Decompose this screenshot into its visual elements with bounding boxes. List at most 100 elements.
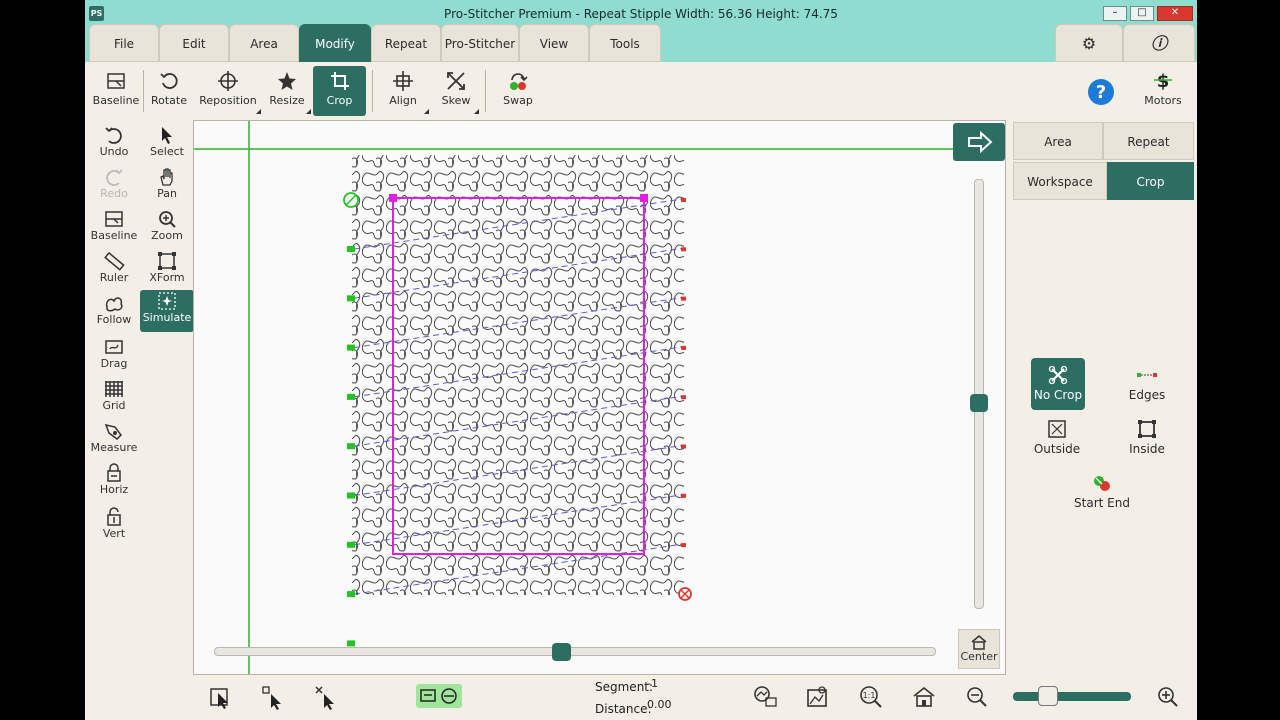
row-end-marker — [681, 395, 686, 400]
reposition-tool[interactable]: Reposition — [197, 66, 261, 116]
crop-handle-top-left — [389, 194, 397, 202]
right-tab-crop[interactable]: Crop — [1107, 162, 1194, 200]
quilt-workspace[interactable]: Center — [193, 120, 1006, 675]
measure-button[interactable]: Measure — [87, 420, 141, 460]
tab-area[interactable]: Area — [229, 24, 299, 62]
start-end-label: Start End — [1074, 496, 1130, 510]
ruler-button[interactable]: Ruler — [87, 250, 141, 290]
zoom-slider[interactable] — [1013, 692, 1131, 701]
start-end-button[interactable]: Start End — [1069, 466, 1135, 518]
vertical-slider-thumb[interactable] — [970, 393, 988, 412]
xform-icon — [158, 252, 176, 270]
zoom-design-icon[interactable] — [752, 684, 778, 710]
lock-icon — [107, 507, 121, 526]
edges-button[interactable]: Edges — [1120, 358, 1174, 410]
crop-handle-top-right — [640, 194, 648, 202]
workspace-canvas[interactable] — [194, 121, 1006, 675]
sidebar-baseline-button[interactable]: Baseline — [87, 208, 141, 248]
motors-button[interactable]: $ Motors — [1137, 66, 1189, 116]
tab-view[interactable]: View — [519, 24, 589, 62]
inside-button[interactable]: Inside — [1120, 412, 1174, 464]
home-icon[interactable] — [911, 684, 937, 710]
undo-button[interactable]: Undo — [87, 124, 141, 164]
measure-label: Measure — [90, 441, 138, 454]
maximize-button[interactable]: □ — [1130, 6, 1154, 21]
simulate-button[interactable]: Simulate — [140, 290, 194, 332]
rotate-icon — [160, 73, 178, 89]
deselect-icon[interactable] — [314, 684, 340, 710]
row-start-marker — [347, 443, 355, 450]
zoom-actual-icon[interactable]: 1:1 — [858, 684, 884, 710]
row-start-marker — [347, 591, 355, 598]
info-button[interactable]: ⓘ — [1123, 24, 1195, 62]
inside-icon — [1138, 420, 1156, 438]
zoom-button[interactable]: Zoom — [140, 208, 194, 248]
redo-label: Redo — [100, 187, 128, 200]
row-start-marker — [347, 541, 355, 548]
follow-button[interactable]: Follow — [87, 292, 141, 332]
vert-label: Vert — [102, 527, 126, 540]
xform-button[interactable]: XForm — [140, 250, 194, 290]
outside-button[interactable]: Outside — [1030, 412, 1084, 464]
align-tool[interactable]: Align — [379, 66, 429, 116]
tab-tools[interactable]: Tools — [589, 24, 661, 62]
swap-icon — [510, 73, 528, 90]
tab-edit[interactable]: Edit — [159, 24, 229, 62]
arrow-right-icon — [968, 130, 993, 154]
minimize-button[interactable]: – — [1103, 6, 1127, 21]
simulate-icon — [158, 292, 176, 310]
settings-button[interactable]: ⚙ — [1055, 24, 1123, 62]
zoom-out-icon[interactable] — [964, 684, 990, 710]
tab-file[interactable]: File — [89, 24, 159, 62]
no-crop-label: No Crop — [1033, 388, 1083, 402]
drag-button[interactable]: Drag — [87, 336, 141, 376]
tab-modify[interactable]: Modify — [299, 24, 371, 62]
row-end-marker — [681, 444, 686, 449]
grid-button[interactable]: Grid — [87, 378, 141, 418]
select-node-icon[interactable] — [261, 684, 287, 710]
zoom-in-icon[interactable] — [1155, 684, 1181, 710]
window-title: Pro-Stitcher Premium - Repeat Stipple Wi… — [444, 7, 838, 21]
resize-tool[interactable]: Resize — [265, 66, 311, 116]
help-button[interactable]: ? — [1081, 66, 1121, 116]
no-crop-button[interactable]: No Crop — [1031, 358, 1085, 410]
baseline-label: Baseline — [92, 94, 140, 107]
tab-repeat[interactable]: Repeat — [371, 24, 441, 62]
redo-button[interactable]: Redo — [87, 166, 141, 206]
skew-tool[interactable]: Skew — [435, 66, 479, 116]
right-tab-workspace[interactable]: Workspace — [1013, 162, 1107, 200]
select-button[interactable]: Select — [140, 124, 194, 164]
crop-tool[interactable]: Crop — [313, 66, 366, 116]
right-tab-area[interactable]: Area — [1013, 122, 1103, 160]
zoom-slider-thumb[interactable] — [1038, 686, 1059, 706]
pan-button[interactable]: Pan — [140, 166, 194, 206]
row-start-marker — [347, 393, 355, 400]
crop-icon — [330, 72, 349, 90]
arrow-cursor-icon — [162, 127, 172, 144]
horiz-button[interactable]: Horiz — [87, 462, 141, 502]
next-arrow-button[interactable] — [953, 123, 1005, 161]
close-button[interactable]: ✕ — [1157, 6, 1193, 21]
vert-button[interactable]: Vert — [87, 506, 141, 546]
end-marker — [678, 587, 692, 601]
horizontal-slider-thumb[interactable] — [551, 643, 571, 661]
grid-label: Grid — [102, 399, 126, 412]
title-bar: PS Pro-Stitcher Premium - Repeat Stipple… — [85, 0, 1197, 26]
outside-icon — [1048, 420, 1066, 438]
baseline-tool[interactable]: Baseline — [91, 66, 141, 116]
row-end-marker — [681, 247, 686, 252]
rotate-tool[interactable]: Rotate — [147, 66, 191, 116]
motors-label: Motors — [1144, 94, 1182, 107]
horizontal-slider[interactable] — [214, 647, 936, 656]
swap-tool[interactable]: Swap — [497, 66, 539, 116]
crop-label: Crop — [326, 94, 353, 107]
tab-pro-stitcher[interactable]: Pro-Stitcher — [441, 24, 519, 62]
zoom-image-icon[interactable] — [804, 684, 830, 710]
svg-text:1:1: 1:1 — [863, 691, 876, 700]
center-button[interactable]: Center — [958, 629, 1000, 669]
select-box-icon[interactable] — [208, 684, 234, 710]
row-end-marker — [681, 296, 686, 301]
right-tab-repeat[interactable]: Repeat — [1103, 122, 1194, 160]
simulate-toggle[interactable] — [416, 684, 462, 708]
start-end-icon — [1094, 476, 1110, 491]
